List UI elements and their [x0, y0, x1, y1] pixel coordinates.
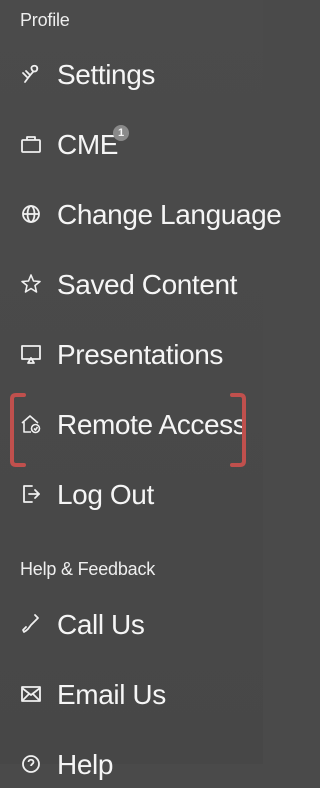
presentation-icon: [20, 342, 42, 366]
menu-item-label: Help: [57, 749, 113, 780]
log-out-icon: [20, 482, 42, 506]
menu-item-change-language[interactable]: Change Language: [0, 192, 282, 238]
menu-item-call-us[interactable]: Call Us: [0, 602, 263, 648]
help-feedback-section-title: Help & Feedback: [20, 559, 156, 579]
menu-item-label: Settings: [57, 59, 155, 90]
help-icon: [20, 752, 42, 776]
menu-item-help[interactable]: Help: [0, 742, 263, 788]
side-menu: Profile Settings CME 1 Change Language S…: [0, 0, 282, 780]
menu-item-label: Change Language: [57, 199, 282, 230]
menu-item-label: Saved Content: [57, 269, 238, 300]
menu-item-label: Log Out: [57, 479, 154, 510]
remote-access-highlight-bracket: [10, 392, 246, 468]
email-icon: [20, 682, 42, 706]
cme-badge: 1: [113, 125, 129, 141]
menu-item-cme[interactable]: CME: [0, 122, 263, 168]
menu-item-label: Presentations: [57, 339, 224, 370]
menu-item-label: CME: [57, 129, 119, 160]
profile-section-title: Profile: [20, 10, 70, 30]
settings-icon: [20, 62, 42, 86]
menu-item-presentations[interactable]: Presentations: [0, 332, 263, 378]
menu-item-email-us[interactable]: Email Us: [0, 672, 263, 718]
menu-item-log-out[interactable]: Log Out: [0, 472, 263, 518]
star-icon: [20, 272, 42, 296]
globe-icon: [20, 202, 42, 226]
phone-icon: [20, 612, 42, 636]
menu-item-settings[interactable]: Settings: [0, 52, 263, 98]
cme-icon: [20, 132, 42, 156]
menu-item-label: Email Us: [57, 679, 166, 710]
menu-item-saved-content[interactable]: Saved Content: [0, 262, 263, 308]
menu-item-label: Call Us: [57, 609, 145, 640]
